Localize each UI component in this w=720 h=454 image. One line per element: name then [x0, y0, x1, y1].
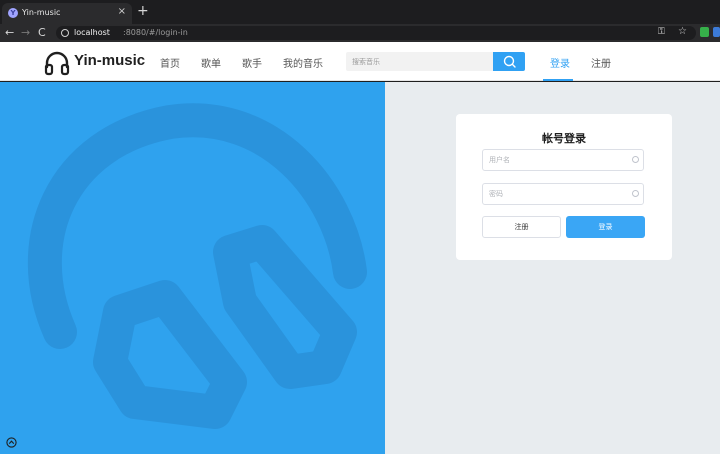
login-title: 帐号登录	[542, 132, 586, 145]
login-card: 帐号登录 注册 登录	[456, 114, 672, 260]
register-button[interactable]: 注册	[482, 216, 561, 238]
back-arrow-icon[interactable]: ←	[5, 26, 14, 40]
search-box	[346, 52, 526, 71]
nav-item-playlists[interactable]: 歌单	[201, 55, 221, 70]
back-to-top-icon[interactable]	[6, 437, 17, 448]
star-icon[interactable]: ☆	[678, 26, 687, 37]
header-register-link[interactable]: 注册	[591, 55, 611, 70]
browser-tab[interactable]: Y Yin-music ×	[2, 3, 132, 24]
reload-icon[interactable]: C	[38, 26, 46, 40]
browser-tab-bar: Y Yin-music × +	[0, 0, 720, 24]
extension-icon[interactable]	[713, 27, 720, 37]
key-icon[interactable]: ⚿	[658, 27, 665, 37]
browser-toolbar: ← → C localhost :8080/#/login-in	[0, 24, 720, 42]
search-button[interactable]	[493, 52, 525, 71]
clear-icon[interactable]	[632, 156, 639, 163]
hero-panel	[0, 82, 385, 454]
eye-icon[interactable]	[632, 190, 639, 197]
nav-item-home[interactable]: 首页	[160, 55, 180, 70]
active-tab-indicator	[543, 79, 573, 81]
info-icon[interactable]	[61, 29, 69, 37]
search-icon	[503, 55, 516, 68]
headphones-watermark-icon	[27, 103, 367, 429]
extension-icon[interactable]	[700, 27, 709, 37]
address-bar[interactable]: localhost :8080/#/login-in	[56, 26, 696, 40]
forward-arrow-icon[interactable]: →	[21, 26, 30, 40]
new-tab-icon[interactable]: +	[137, 4, 149, 18]
logo-text[interactable]: Yin-music	[74, 52, 145, 69]
search-input[interactable]	[346, 52, 494, 71]
headphones-logo-icon[interactable]	[44, 50, 70, 76]
nav-item-my-music[interactable]: 我的音乐	[283, 55, 323, 70]
tab-title: Yin-music	[22, 8, 61, 17]
password-input[interactable]	[482, 183, 644, 205]
url-path: :8080/#/login-in	[123, 28, 188, 37]
header-login-link[interactable]: 登录	[550, 55, 570, 70]
username-input[interactable]	[482, 149, 644, 171]
login-button[interactable]: 登录	[566, 216, 645, 238]
page: Y Yin-music × + ← → C localhost :8080/#/…	[0, 0, 720, 454]
close-icon[interactable]: ×	[118, 6, 126, 18]
site-header: Yin-music 首页 歌单 歌手 我的音乐 登录 注册	[0, 42, 720, 81]
nav-item-singers[interactable]: 歌手	[242, 55, 262, 70]
url-host: localhost	[74, 28, 110, 37]
favicon-icon: Y	[8, 8, 18, 18]
